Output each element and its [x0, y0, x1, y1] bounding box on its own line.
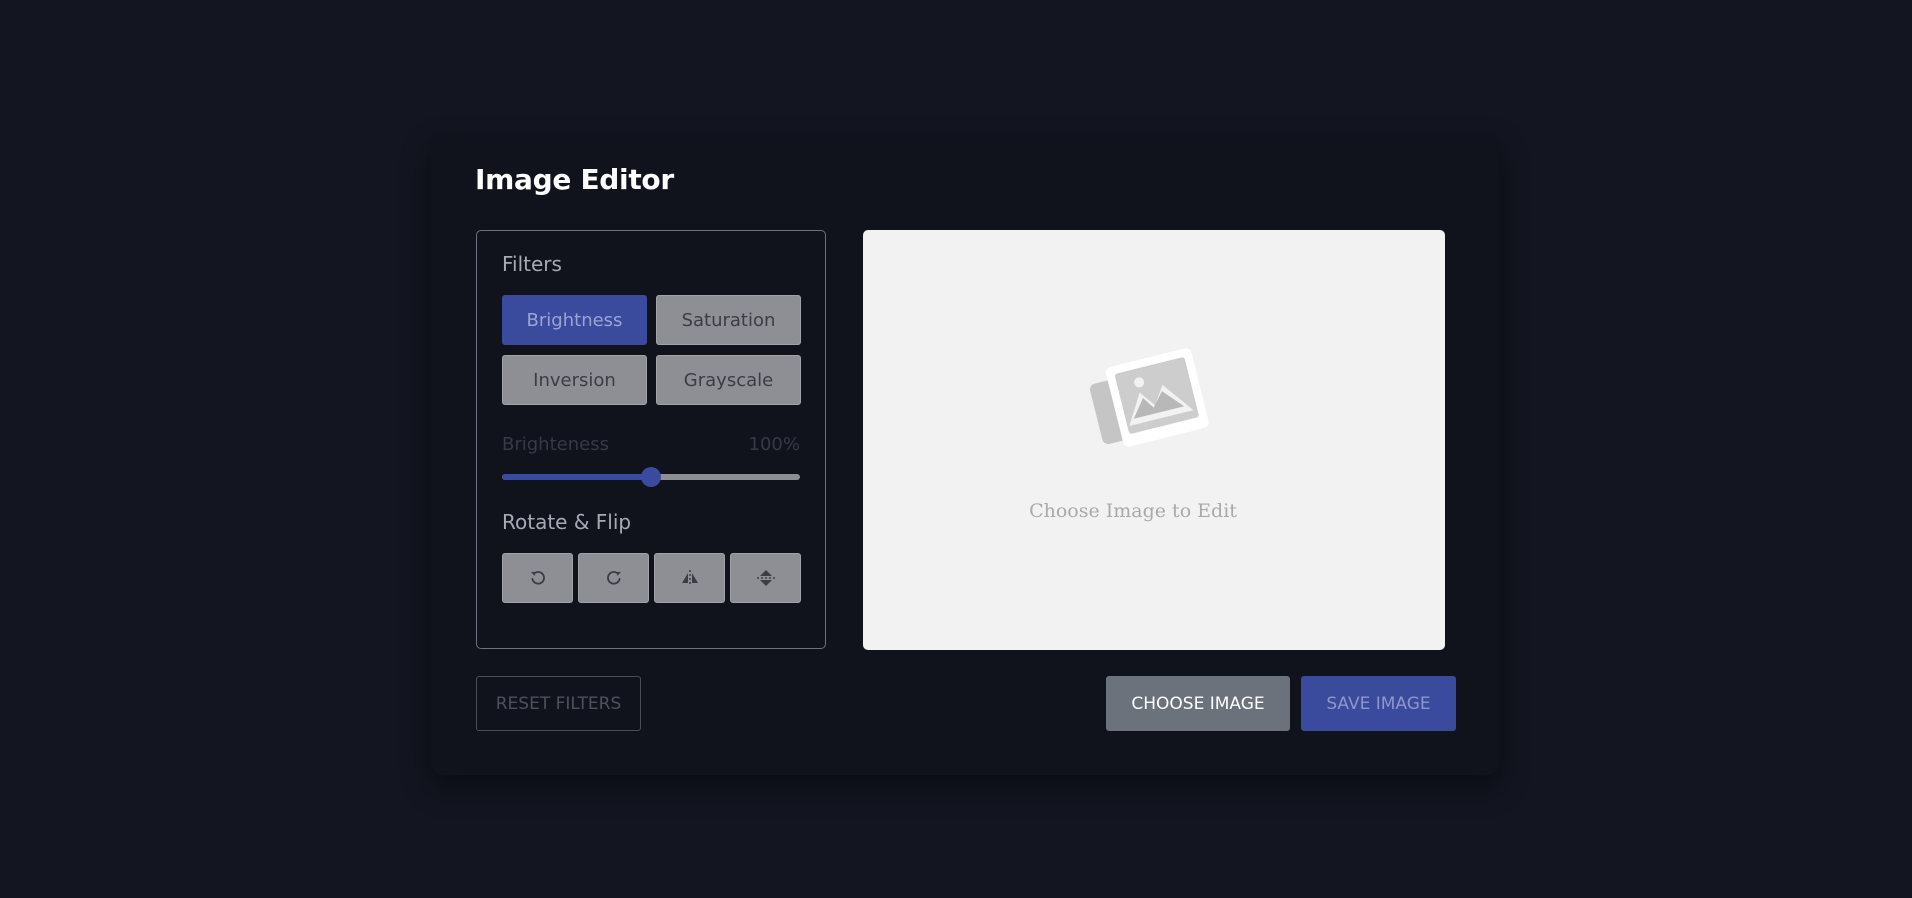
page-title: Image Editor	[475, 163, 674, 196]
flip-vertical-icon	[756, 570, 775, 586]
slider-label: Brighteness	[502, 434, 609, 455]
choose-image-button[interactable]: CHOOSE IMAGE	[1106, 676, 1290, 731]
flip-horizontal-icon	[681, 570, 698, 586]
flip-vertical-button[interactable]	[730, 553, 801, 603]
rotate-left-icon	[530, 571, 545, 585]
slider-value: 100%	[748, 434, 800, 455]
image-preview-area: Choose Image to Edit	[863, 230, 1445, 650]
placeholder-text: Choose Image to Edit	[1029, 500, 1237, 522]
image-placeholder-icon	[1090, 348, 1209, 447]
image-editor-card: Image Editor Filters Brightness Saturati…	[431, 135, 1499, 775]
save-image-button[interactable]: SAVE IMAGE	[1301, 676, 1456, 731]
filter-slider[interactable]	[502, 467, 800, 487]
rotate-right-button[interactable]	[578, 553, 649, 603]
filter-saturation-button[interactable]: Saturation	[656, 295, 801, 345]
rotate-left-button[interactable]	[502, 553, 573, 603]
rotate-right-icon	[606, 571, 621, 585]
flip-horizontal-button[interactable]	[654, 553, 725, 603]
slider-fill	[502, 474, 651, 480]
reset-filters-button[interactable]: RESET FILTERS	[476, 676, 641, 731]
filter-brightness-button[interactable]: Brightness	[502, 295, 647, 345]
editor-panel: Filters Brightness Saturation Inversion …	[476, 230, 826, 649]
rotate-flip-heading: Rotate & Flip	[502, 510, 632, 534]
filter-inversion-button[interactable]: Inversion	[502, 355, 647, 405]
filters-heading: Filters	[502, 252, 562, 276]
slider-thumb[interactable]	[641, 467, 661, 487]
filter-grayscale-button[interactable]: Grayscale	[656, 355, 801, 405]
